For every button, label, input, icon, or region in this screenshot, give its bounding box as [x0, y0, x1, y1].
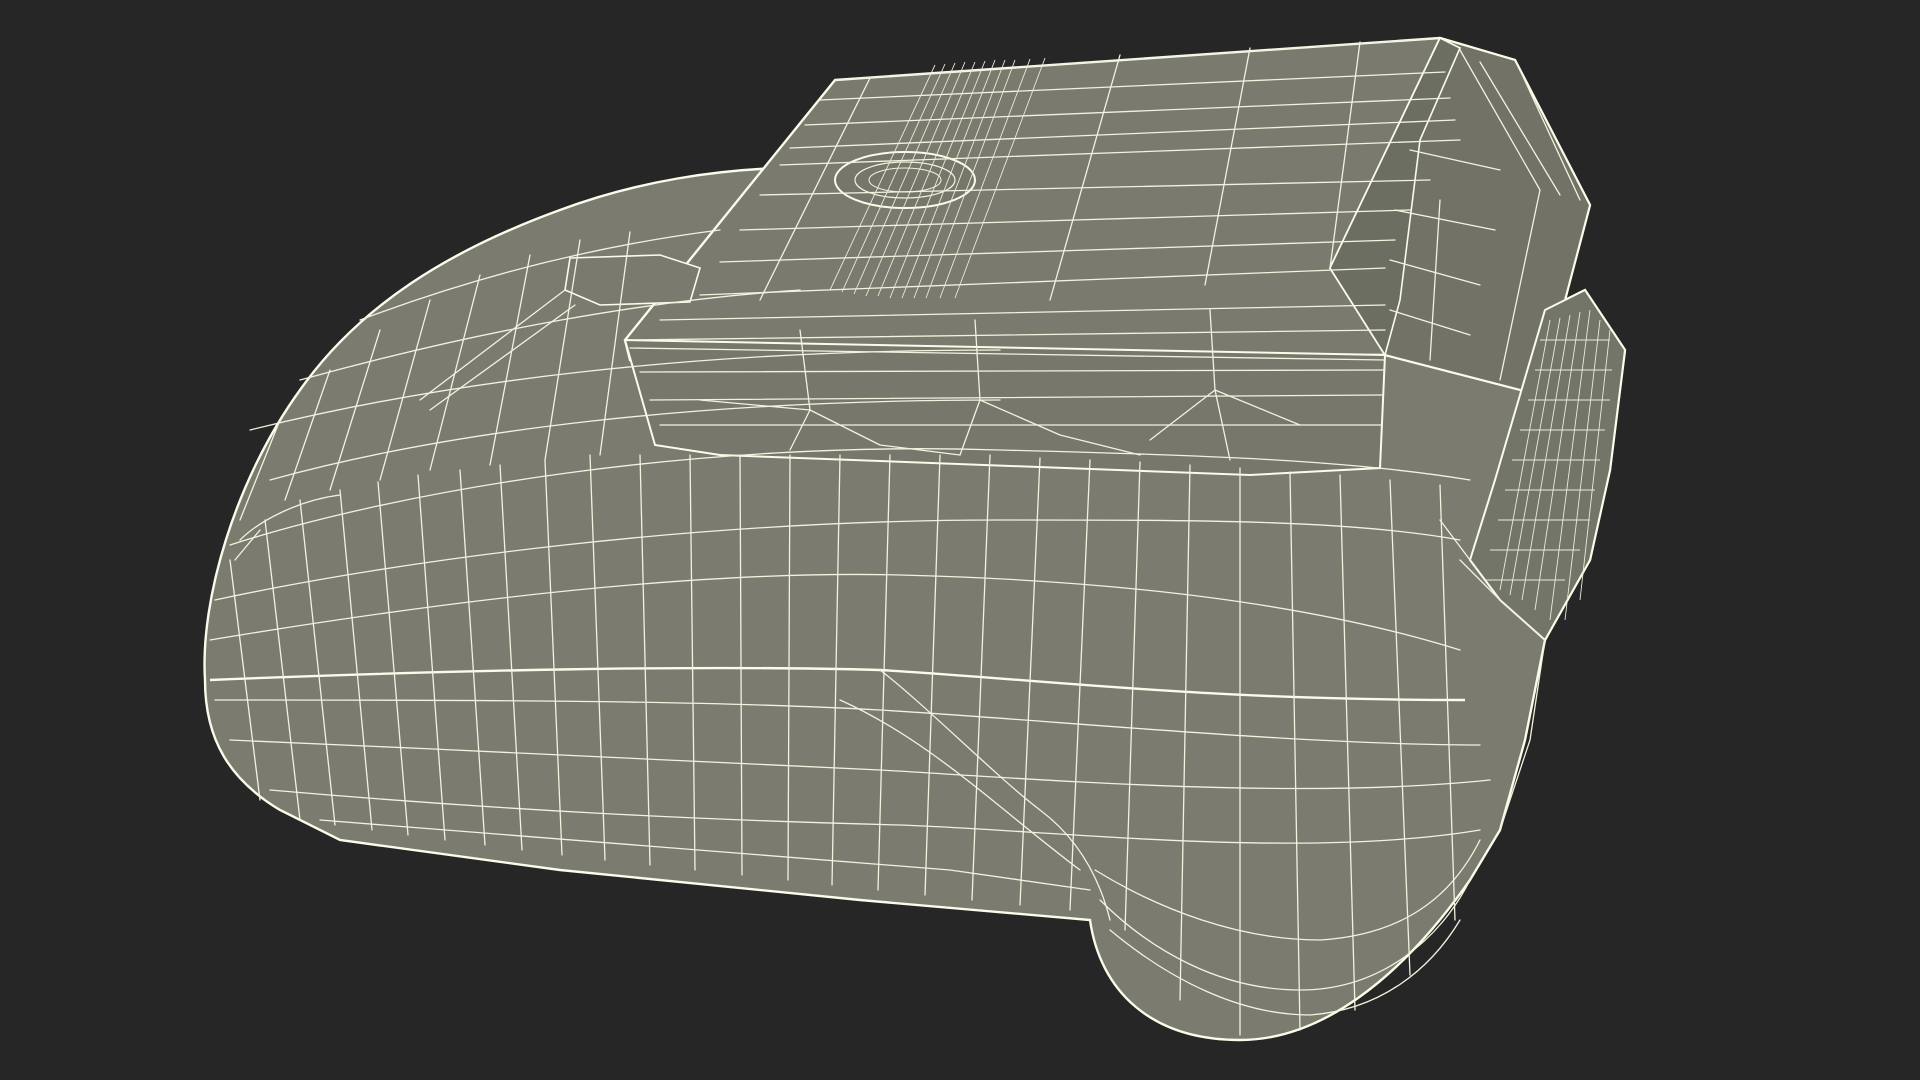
- render-viewport: [0, 0, 1920, 1080]
- model-left-tab: [564, 254, 701, 306]
- wireframe-model: [203, 36, 1627, 1042]
